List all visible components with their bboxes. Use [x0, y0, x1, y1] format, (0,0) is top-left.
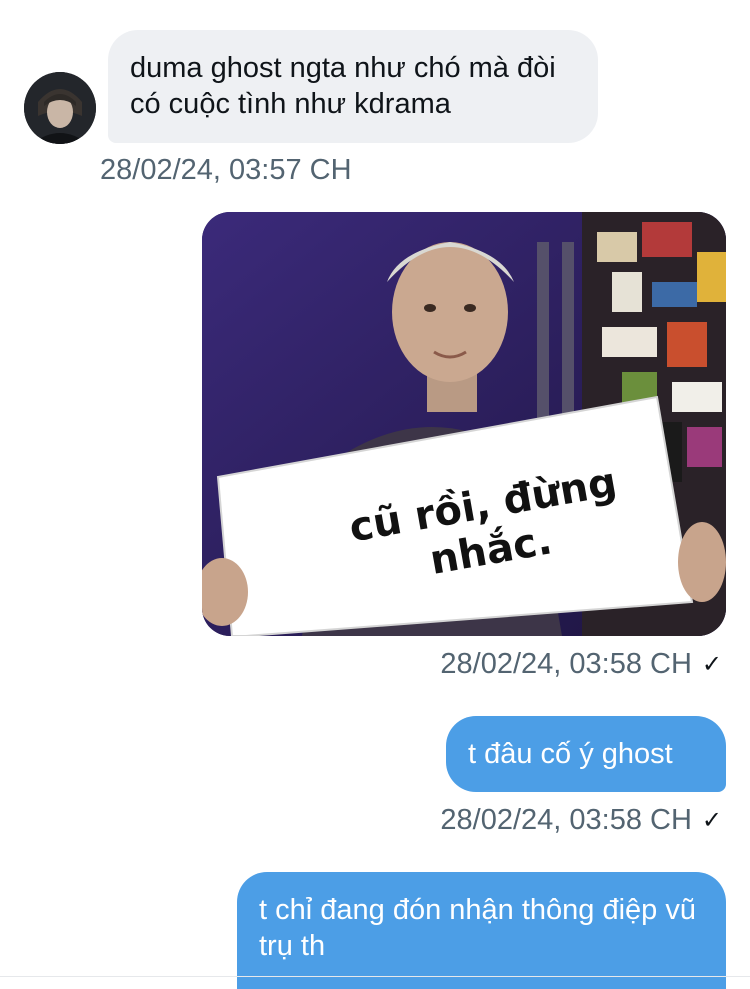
message-timestamp: 28/02/24, 03:58 CH ✓ — [440, 804, 722, 836]
outgoing-message-bubble[interactable]: t chỉ đang đón nhận thông điệp vũ trụ th — [237, 872, 726, 989]
message-text: duma ghost ngta như chó mà đòi có cuộc t… — [130, 52, 556, 120]
message-timestamp: 28/02/24, 03:57 CH — [100, 154, 352, 186]
read-checkmark-icon: ✓ — [701, 807, 722, 834]
message-text: t đâu cố ý ghost — [468, 738, 673, 770]
read-checkmark-icon: ✓ — [701, 651, 722, 678]
image-message[interactable]: cũ rồi, đừng nhắc. — [202, 212, 726, 636]
message-text: t chỉ đang đón nhận thông điệp vũ trụ th — [259, 894, 696, 962]
divider — [0, 976, 750, 977]
incoming-message-bubble[interactable]: duma ghost ngta như chó mà đòi có cuộc t… — [108, 30, 598, 143]
message-timestamp: 28/02/24, 03:58 CH ✓ — [440, 648, 722, 680]
outgoing-message-bubble[interactable]: t đâu cố ý ghost — [446, 716, 726, 792]
avatar[interactable] — [24, 72, 96, 144]
